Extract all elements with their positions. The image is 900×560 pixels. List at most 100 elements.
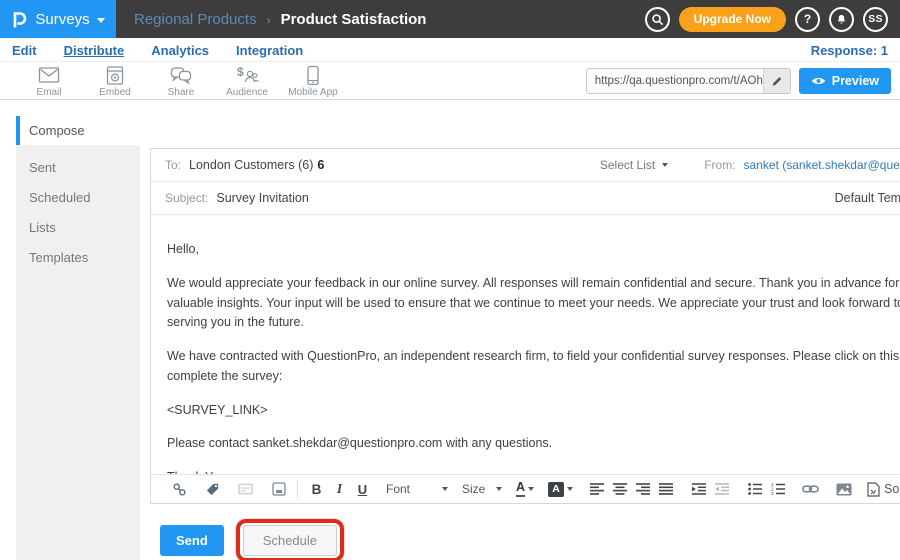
subject-row: Subject: Survey Invitation Default Templ… [151, 182, 900, 215]
send-button[interactable]: Send [160, 525, 224, 556]
notifications-button[interactable] [829, 7, 854, 32]
action-row: Send Schedule [150, 519, 900, 560]
channel-mobile-app[interactable]: Mobile App [280, 65, 346, 98]
source-document-icon [867, 482, 880, 497]
user-avatar[interactable]: SS [863, 7, 888, 32]
subject-value[interactable]: Survey Invitation [216, 191, 308, 205]
recipient-count[interactable]: 6 [317, 158, 324, 172]
text-color-button[interactable]: A [516, 481, 534, 496]
insert-link-button[interactable] [801, 478, 820, 500]
font-family-dropdown[interactable]: Font [386, 482, 448, 496]
indent-icon [692, 483, 706, 495]
text-color-icon: A [516, 481, 525, 496]
from-group: From: sanket (sanket.shekdar@ques... [704, 158, 900, 172]
italic-button[interactable]: I [330, 478, 349, 500]
questionpro-logo-icon [11, 9, 28, 29]
sidebar-item-compose[interactable]: Compose [16, 116, 140, 145]
background-color-button[interactable]: A [548, 482, 573, 497]
mobile-phone-icon [306, 65, 320, 86]
image-icon [836, 483, 852, 496]
tab-integration[interactable]: Integration [236, 43, 303, 58]
breadcrumb-chevron-icon: › [267, 13, 271, 27]
align-right-icon [636, 483, 650, 495]
survey-url-text[interactable]: https://qa.questionpro.com/t/AOhoVZfqml [587, 69, 763, 93]
outdent-icon [715, 483, 729, 495]
numbered-list-button[interactable]: 123 [768, 478, 787, 500]
svg-text:$: $ [237, 65, 244, 79]
channel-share[interactable]: Share [148, 65, 214, 98]
sidebar-item-sent[interactable]: Sent [16, 153, 140, 182]
preview-button[interactable]: Preview [799, 68, 891, 94]
tab-distribute[interactable]: Distribute [64, 43, 125, 58]
sidebar-item-lists[interactable]: Lists [16, 213, 140, 242]
body-paragraph: Hello, [167, 240, 900, 260]
caret-down-icon [567, 487, 573, 491]
insert-image-button[interactable] [834, 478, 853, 500]
font-size-dropdown[interactable]: Size [462, 482, 502, 496]
breadcrumb-parent[interactable]: Regional Products [134, 11, 257, 28]
insert-button-element-button[interactable] [269, 478, 288, 500]
bold-button[interactable]: B [307, 478, 326, 500]
chevron-down-icon [97, 18, 105, 23]
help-button[interactable]: ? [795, 7, 820, 32]
underline-button[interactable]: U [353, 478, 372, 500]
from-value[interactable]: sanket (sanket.shekdar@ques... [744, 158, 900, 172]
topbar-actions: Upgrade Now ? SS [645, 7, 900, 32]
survey-url-field[interactable]: https://qa.questionpro.com/t/AOhoVZfqml [586, 68, 791, 94]
channel-label: Mobile App [288, 87, 337, 98]
schedule-button[interactable]: Schedule [243, 525, 337, 556]
edit-url-button[interactable] [763, 69, 790, 93]
search-button[interactable] [645, 7, 670, 32]
align-left-icon [590, 483, 604, 495]
align-left-button[interactable] [587, 478, 606, 500]
to-value[interactable]: London Customers (6) [189, 158, 313, 172]
channel-label: Share [168, 87, 195, 98]
content: Compose Sent Scheduled Lists Templates T… [0, 100, 900, 560]
numbered-list-icon: 123 [771, 483, 785, 495]
sidebar-item-templates[interactable]: Templates [16, 243, 140, 272]
response-count[interactable]: Response: 1 [811, 43, 888, 58]
insert-survey-link-button[interactable] [170, 478, 189, 500]
compose-card: To: London Customers (6) 6 Select List F… [150, 148, 900, 504]
justify-icon [659, 483, 673, 495]
surveys-menu[interactable]: Surveys [0, 0, 116, 38]
body-paragraph: <SURVEY_LINK> [167, 401, 900, 421]
insert-card-button[interactable] [236, 478, 255, 500]
button-widget-icon [272, 482, 286, 496]
share-icon [169, 65, 193, 86]
subject-label: Subject: [165, 191, 208, 205]
sidebar-item-scheduled[interactable]: Scheduled [16, 183, 140, 212]
toolbar-divider [297, 480, 298, 498]
from-label: From: [704, 158, 735, 172]
template-dropdown[interactable]: Default Template [835, 191, 900, 205]
email-sidebar: Compose Sent Scheduled Lists Templates [16, 100, 140, 560]
caret-down-icon [496, 487, 502, 491]
decrease-indent-button[interactable] [712, 478, 731, 500]
audience-icon: $ [234, 65, 260, 86]
select-list-dropdown[interactable]: Select List [600, 158, 668, 172]
ribbon-right: https://qa.questionpro.com/t/AOhoVZfqml … [586, 68, 900, 94]
channel-label: Embed [99, 87, 131, 98]
tab-edit[interactable]: Edit [12, 43, 37, 58]
align-right-button[interactable] [633, 478, 652, 500]
pencil-icon [771, 75, 783, 87]
channel-label: Email [36, 87, 61, 98]
channel-email[interactable]: Email [16, 65, 82, 98]
email-body-editor[interactable]: Hello, We would appreciate your feedback… [151, 215, 900, 474]
upgrade-now-button[interactable]: Upgrade Now [679, 7, 786, 32]
bullet-list-button[interactable] [745, 478, 764, 500]
source-button[interactable]: Source [867, 482, 900, 497]
body-paragraph: We would appreciate your feedback in our… [167, 274, 900, 333]
increase-indent-button[interactable] [689, 478, 708, 500]
caret-down-icon [528, 487, 534, 491]
channel-embed[interactable]: Embed [82, 65, 148, 98]
align-center-button[interactable] [610, 478, 629, 500]
align-center-icon [613, 483, 627, 495]
caret-down-icon [442, 487, 448, 491]
embed-icon [104, 65, 126, 86]
channel-audience[interactable]: $ Audience [214, 65, 280, 98]
justify-button[interactable] [656, 478, 675, 500]
question-mark-icon: ? [804, 12, 811, 26]
tab-analytics[interactable]: Analytics [151, 43, 209, 58]
insert-tag-button[interactable] [203, 478, 222, 500]
